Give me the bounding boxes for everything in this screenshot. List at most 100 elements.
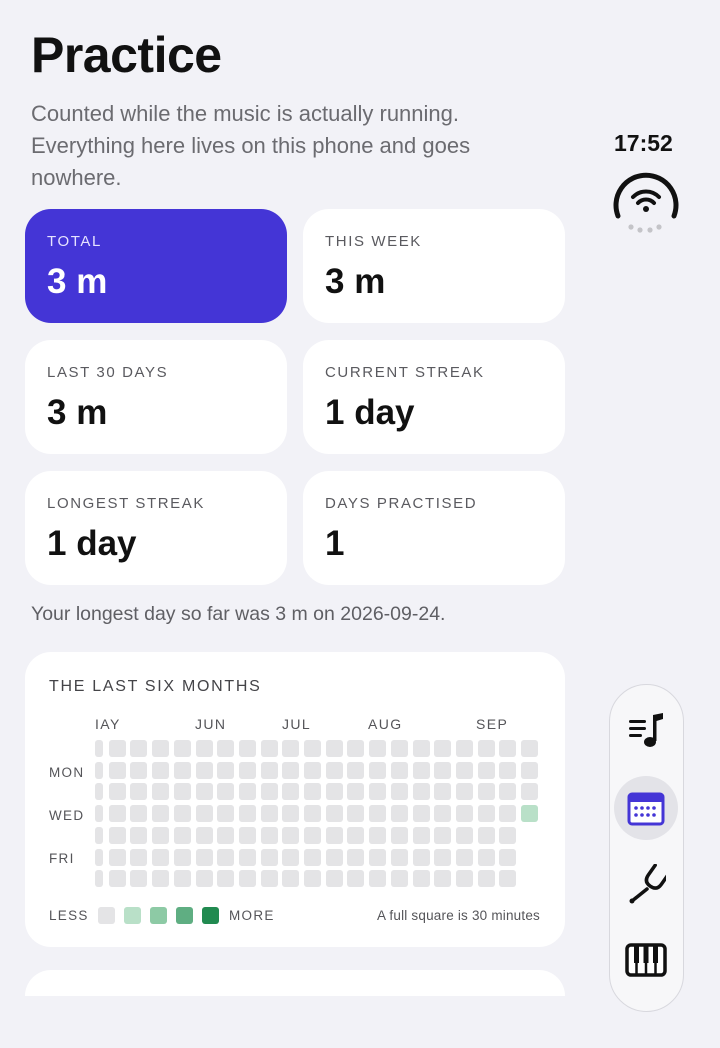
- heatmap-cell: [369, 805, 387, 823]
- heatmap-cell: [152, 848, 170, 866]
- heatmap-cell: [390, 761, 408, 779]
- heatmap-cell: [499, 805, 517, 823]
- heatmap-cell: [412, 783, 430, 801]
- heatmap-cell: [95, 783, 103, 801]
- heatmap-cell: [238, 783, 256, 801]
- heatmap-cell: [304, 805, 321, 823]
- heatmap-cell: [390, 848, 408, 866]
- day-label-fri: FRI: [49, 851, 75, 866]
- heatmap-cell: [304, 761, 321, 779]
- stat-label: LAST 30 DAYS: [47, 364, 169, 381]
- stat-card-this-week[interactable]: THIS WEEK 3 m: [303, 209, 565, 323]
- stat-label: CURRENT STREAK: [325, 364, 485, 381]
- queue-music-icon: [629, 713, 663, 747]
- stat-value: 1 day: [325, 393, 415, 432]
- stat-card-longest-streak[interactable]: LONGEST STREAK 1 day: [25, 471, 287, 585]
- heatmap-cell: [108, 740, 126, 757]
- tuning-fork-icon: [629, 864, 666, 904]
- heatmap-cell: [195, 826, 213, 844]
- heatmap-cell: [130, 848, 148, 866]
- heatmap-cell: [217, 740, 235, 757]
- nav-button-practice[interactable]: [614, 776, 678, 840]
- heatmap-cell: [95, 805, 103, 823]
- nav-button-queue[interactable]: [614, 700, 678, 764]
- heatmap-cell: [108, 826, 126, 844]
- nav-button-piano[interactable]: [614, 928, 678, 992]
- heatmap-cell: [173, 826, 191, 844]
- heatmap-cell: [347, 870, 365, 888]
- stat-card-last-30-days[interactable]: LAST 30 DAYS 3 m: [25, 340, 287, 454]
- stat-value: 3 m: [47, 262, 108, 301]
- heatmap-cell: [477, 761, 495, 779]
- heatmap-note: A full square is 30 minutes: [377, 908, 540, 923]
- stat-label: TOTAL: [47, 233, 102, 250]
- heatmap-cell: [195, 740, 213, 757]
- heatmap-cell: [477, 848, 495, 866]
- heatmap-cell: [108, 805, 126, 823]
- heatmap-cell: [369, 826, 387, 844]
- heatmap-cell: [390, 826, 408, 844]
- heatmap-cell: [108, 848, 126, 866]
- heatmap-cell: [304, 826, 321, 844]
- heatmap-cell: [499, 870, 517, 888]
- stat-value: 3 m: [47, 393, 108, 432]
- month-label: SEP: [476, 716, 509, 732]
- heatmap-cell: [217, 761, 235, 779]
- heatmap-cell: [434, 761, 452, 779]
- heatmap-title: THE LAST SIX MONTHS: [49, 678, 262, 695]
- heatmap-cell: [95, 826, 103, 844]
- heatmap-cell: [260, 761, 278, 779]
- heatmap-cell: [325, 761, 343, 779]
- heatmap-cell: [347, 740, 365, 757]
- heatmap-cell: [95, 870, 103, 888]
- stat-card-days-practised[interactable]: DAYS PRACTISED 1: [303, 471, 565, 585]
- heatmap-cell: [521, 740, 538, 757]
- heatmap-cell: [173, 805, 191, 823]
- heatmap-cell: [455, 805, 473, 823]
- day-label-mon: MON: [49, 765, 85, 780]
- heatmap-cell: [238, 848, 256, 866]
- heatmap-cell: [195, 870, 213, 888]
- heatmap-cell: [173, 740, 191, 757]
- nav-button-tuner[interactable]: [614, 852, 678, 916]
- heatmap-cell: [477, 805, 495, 823]
- heatmap-cell: [195, 783, 213, 801]
- heatmap-cell: [95, 761, 103, 779]
- heatmap-cell: [130, 870, 148, 888]
- heatmap-cell: [152, 805, 170, 823]
- heatmap-cell: [238, 826, 256, 844]
- stat-value: 3 m: [325, 262, 386, 301]
- heatmap-cell: [130, 826, 148, 844]
- heatmap-cell: [369, 740, 387, 757]
- heatmap-cell: [95, 848, 103, 866]
- heatmap-cell: [282, 761, 300, 779]
- heatmap-cell: [238, 805, 256, 823]
- heatmap-cell: [238, 870, 256, 888]
- stat-card-total[interactable]: TOTAL 3 m: [25, 209, 287, 323]
- heatmap-cell: [390, 870, 408, 888]
- month-label: JUN: [195, 716, 227, 732]
- heatmap-cell: [412, 740, 430, 757]
- legend-swatch: [202, 907, 219, 924]
- heatmap-cell: [477, 870, 495, 888]
- page-subtitle: Counted while the music is actually runn…: [31, 101, 471, 190]
- heatmap-cell: [369, 761, 387, 779]
- heatmap-cell: [434, 870, 452, 888]
- heatmap-cell: [260, 783, 278, 801]
- stat-card-current-streak[interactable]: CURRENT STREAK 1 day: [303, 340, 565, 454]
- heatmap-cell: [238, 740, 256, 757]
- heatmap-cell: [260, 848, 278, 866]
- heatmap-cell: [369, 848, 387, 866]
- heatmap-cell: [455, 740, 473, 757]
- heatmap-cell: [260, 870, 278, 888]
- heatmap-cell: [347, 761, 365, 779]
- heatmap-cell: [217, 848, 235, 866]
- heatmap-cell: [238, 761, 256, 779]
- heatmap-cell: [152, 826, 170, 844]
- heatmap-cell: [499, 761, 517, 779]
- next-card: [25, 970, 565, 996]
- heatmap-cell: [282, 805, 300, 823]
- heatmap-cell: [304, 848, 321, 866]
- heatmap-cell: [217, 870, 235, 888]
- heatmap-cell: [152, 870, 170, 888]
